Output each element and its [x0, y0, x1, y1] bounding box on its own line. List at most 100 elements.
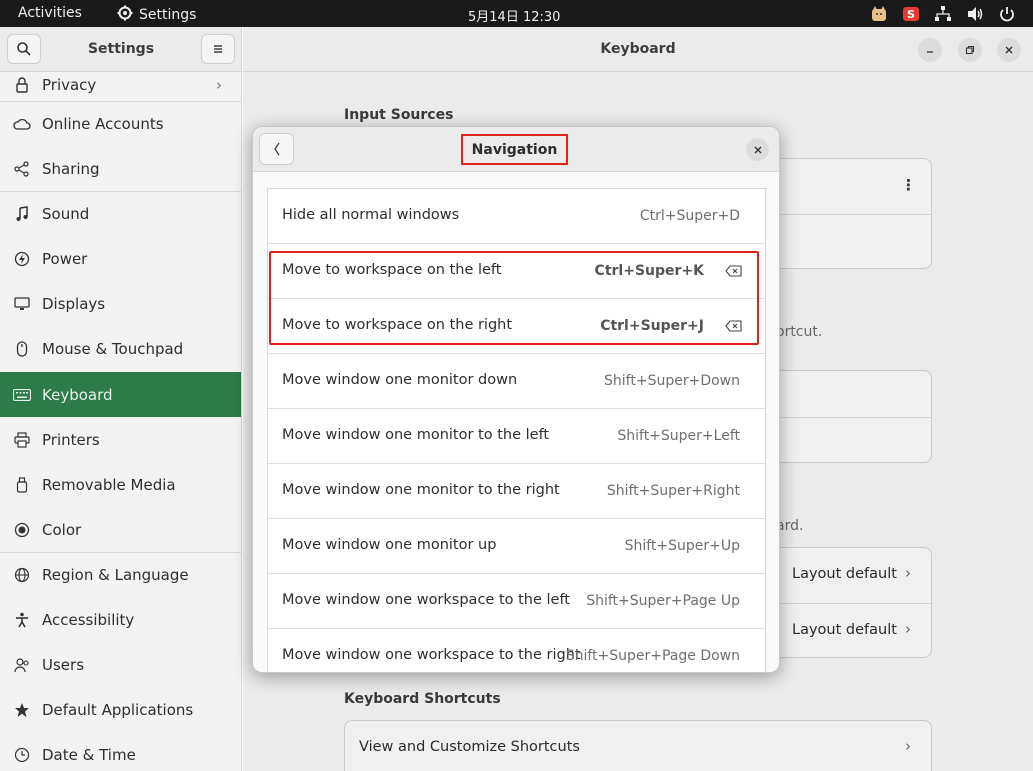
- sidebar-item-label: Date & Time: [42, 745, 136, 764]
- shortcut-row-monitor-down[interactable]: Move window one monitor down Shift+Super…: [268, 354, 765, 409]
- shortcut-row-window-workspace-right[interactable]: Move window one workspace to the right S…: [268, 629, 765, 672]
- network-icon[interactable]: [933, 4, 953, 24]
- sidebar-item-label: Printers: [42, 430, 100, 449]
- main-header: Keyboard: [243, 27, 1033, 72]
- music-note-icon: [13, 205, 31, 223]
- cat-app-icon[interactable]: [869, 4, 889, 24]
- shortcut-accel: Shift+Super+Page Up: [586, 593, 740, 609]
- input-method-icon[interactable]: S: [901, 4, 921, 24]
- hamburger-icon: [214, 45, 222, 53]
- shortcut-list: Hide all normal windows Ctrl+Super+D Mov…: [267, 188, 766, 672]
- share-icon: [13, 160, 31, 178]
- back-button[interactable]: [259, 133, 294, 165]
- top-bar: Activities Settings 5月14日 12:30 S: [0, 0, 1033, 27]
- app-menu[interactable]: Settings: [117, 5, 196, 25]
- star-icon: [13, 701, 31, 719]
- sidebar-item-accessibility[interactable]: Accessibility: [0, 597, 241, 642]
- shortcut-row-window-workspace-left[interactable]: Move window one workspace to the left Sh…: [268, 574, 765, 629]
- page-title: Keyboard: [600, 41, 676, 57]
- sidebar-item-label: Power: [42, 249, 88, 268]
- cloud-icon: [13, 115, 31, 133]
- sidebar-item-label: Online Accounts: [42, 115, 164, 133]
- shortcut-row-workspace-right[interactable]: Move to workspace on the right Ctrl+Supe…: [268, 299, 765, 354]
- shortcut-name: Move window one workspace to the left: [282, 592, 570, 608]
- shortcut-row-monitor-right[interactable]: Move window one monitor to the right Shi…: [268, 464, 765, 519]
- shortcut-row-hide-all-windows[interactable]: Hide all normal windows Ctrl+Super+D: [268, 189, 765, 244]
- sidebar-item-label: Users: [42, 655, 85, 674]
- shortcut-accel: Ctrl+Super+K: [594, 263, 704, 279]
- shortcut-accel: Shift+Super+Up: [624, 538, 740, 554]
- users-icon: [13, 656, 31, 674]
- menu-button[interactable]: [201, 34, 235, 64]
- mouse-icon: [13, 340, 31, 358]
- sidebar-item-label: Accessibility: [42, 610, 135, 629]
- globe-icon: [13, 566, 31, 584]
- close-icon: [1005, 46, 1013, 54]
- sidebar-item-online-accounts[interactable]: Online Accounts: [0, 101, 241, 146]
- display-icon: [13, 295, 31, 313]
- shortcut-name: Move window one monitor to the left: [282, 427, 550, 443]
- shortcut-accel: Shift+Super+Right: [606, 483, 740, 499]
- sidebar-item-keyboard[interactable]: Keyboard: [0, 372, 241, 417]
- dialog-close-button[interactable]: [746, 138, 769, 161]
- keyboard-icon: [13, 386, 31, 404]
- minimize-button[interactable]: [918, 38, 942, 62]
- activities-button[interactable]: Activities: [18, 5, 82, 21]
- shortcut-name: Move to workspace on the right: [282, 317, 513, 333]
- restore-icon: [965, 45, 975, 55]
- lock-icon: [13, 76, 31, 94]
- shortcut-row-monitor-up[interactable]: Move window one monitor up Shift+Super+U…: [268, 519, 765, 574]
- chevron-right-icon: ›: [216, 75, 222, 94]
- sidebar-item-date-time[interactable]: Date & Time: [0, 732, 241, 771]
- sidebar-item-label: Region & Language: [42, 566, 189, 584]
- shortcut-name: Move window one monitor down: [282, 372, 518, 388]
- shortcut-row-workspace-left[interactable]: Move to workspace on the left Ctrl+Super…: [268, 244, 765, 299]
- shortcut-accel: Shift+Super+Down: [604, 373, 740, 389]
- shortcut-name: Move window one monitor to the right: [282, 482, 560, 498]
- clock[interactable]: 5月14日 12:30: [468, 6, 560, 25]
- sidebar-item-users[interactable]: Users: [0, 642, 241, 687]
- backspace-icon[interactable]: [725, 264, 743, 278]
- shortcut-name: Move window one monitor up: [282, 537, 497, 553]
- shortcut-accel: Ctrl+Super+J: [600, 318, 704, 334]
- power-menu-icon[interactable]: [997, 4, 1017, 24]
- close-window-button[interactable]: [997, 38, 1021, 62]
- backspace-icon[interactable]: [725, 319, 743, 333]
- volume-icon[interactable]: [965, 4, 985, 24]
- sidebar-item-label: Displays: [42, 294, 106, 313]
- shortcut-name: Move to workspace on the left: [282, 262, 502, 278]
- shortcut-row-monitor-left[interactable]: Move window one monitor to the left Shif…: [268, 409, 765, 464]
- sidebar-item-mouse-touchpad[interactable]: Mouse & Touchpad: [0, 326, 241, 371]
- shortcut-accel: Ctrl+Super+D: [639, 208, 740, 224]
- sidebar-item-printers[interactable]: Printers: [0, 417, 241, 462]
- shortcut-name: Move window one workspace to the right: [282, 647, 581, 663]
- shortcut-name: Hide all normal windows: [282, 207, 460, 223]
- dialog-header: Navigation: [253, 127, 779, 172]
- system-tray: S: [869, 4, 1017, 24]
- sidebar-item-displays[interactable]: Displays: [0, 281, 241, 326]
- maximize-button[interactable]: [958, 38, 982, 62]
- sidebar-item-power[interactable]: Power: [0, 236, 241, 281]
- shortcut-accel: Shift+Super+Left: [617, 428, 740, 444]
- sidebar-item-label: Keyboard: [42, 385, 113, 404]
- sidebar-item-label: Sharing: [42, 159, 100, 178]
- sidebar-item-region-language[interactable]: Region & Language: [0, 552, 241, 597]
- sidebar-item-label: Default Applications: [42, 700, 194, 719]
- sidebar-item-sharing[interactable]: Sharing: [0, 146, 241, 191]
- sidebar-item-label: Mouse & Touchpad: [42, 339, 184, 358]
- sidebar-item-label: Color: [42, 520, 82, 539]
- app-name: Settings: [139, 7, 197, 23]
- close-icon: [754, 146, 761, 153]
- clock-icon: [13, 746, 31, 764]
- sidebar-item-label: Removable Media: [42, 475, 176, 494]
- gear-icon: [117, 5, 133, 25]
- minimize-icon: [927, 51, 933, 53]
- chevron-left-icon: [273, 142, 279, 156]
- sidebar-item-sound[interactable]: Sound: [0, 191, 241, 236]
- sidebar-item-removable-media[interactable]: Removable Media: [0, 462, 241, 507]
- sidebar-item-color[interactable]: Color: [0, 507, 241, 552]
- power-icon: [13, 250, 31, 268]
- color-icon: [13, 521, 31, 539]
- dialog-title: Navigation: [461, 134, 568, 165]
- sidebar-item-default-applications[interactable]: Default Applications: [0, 687, 241, 732]
